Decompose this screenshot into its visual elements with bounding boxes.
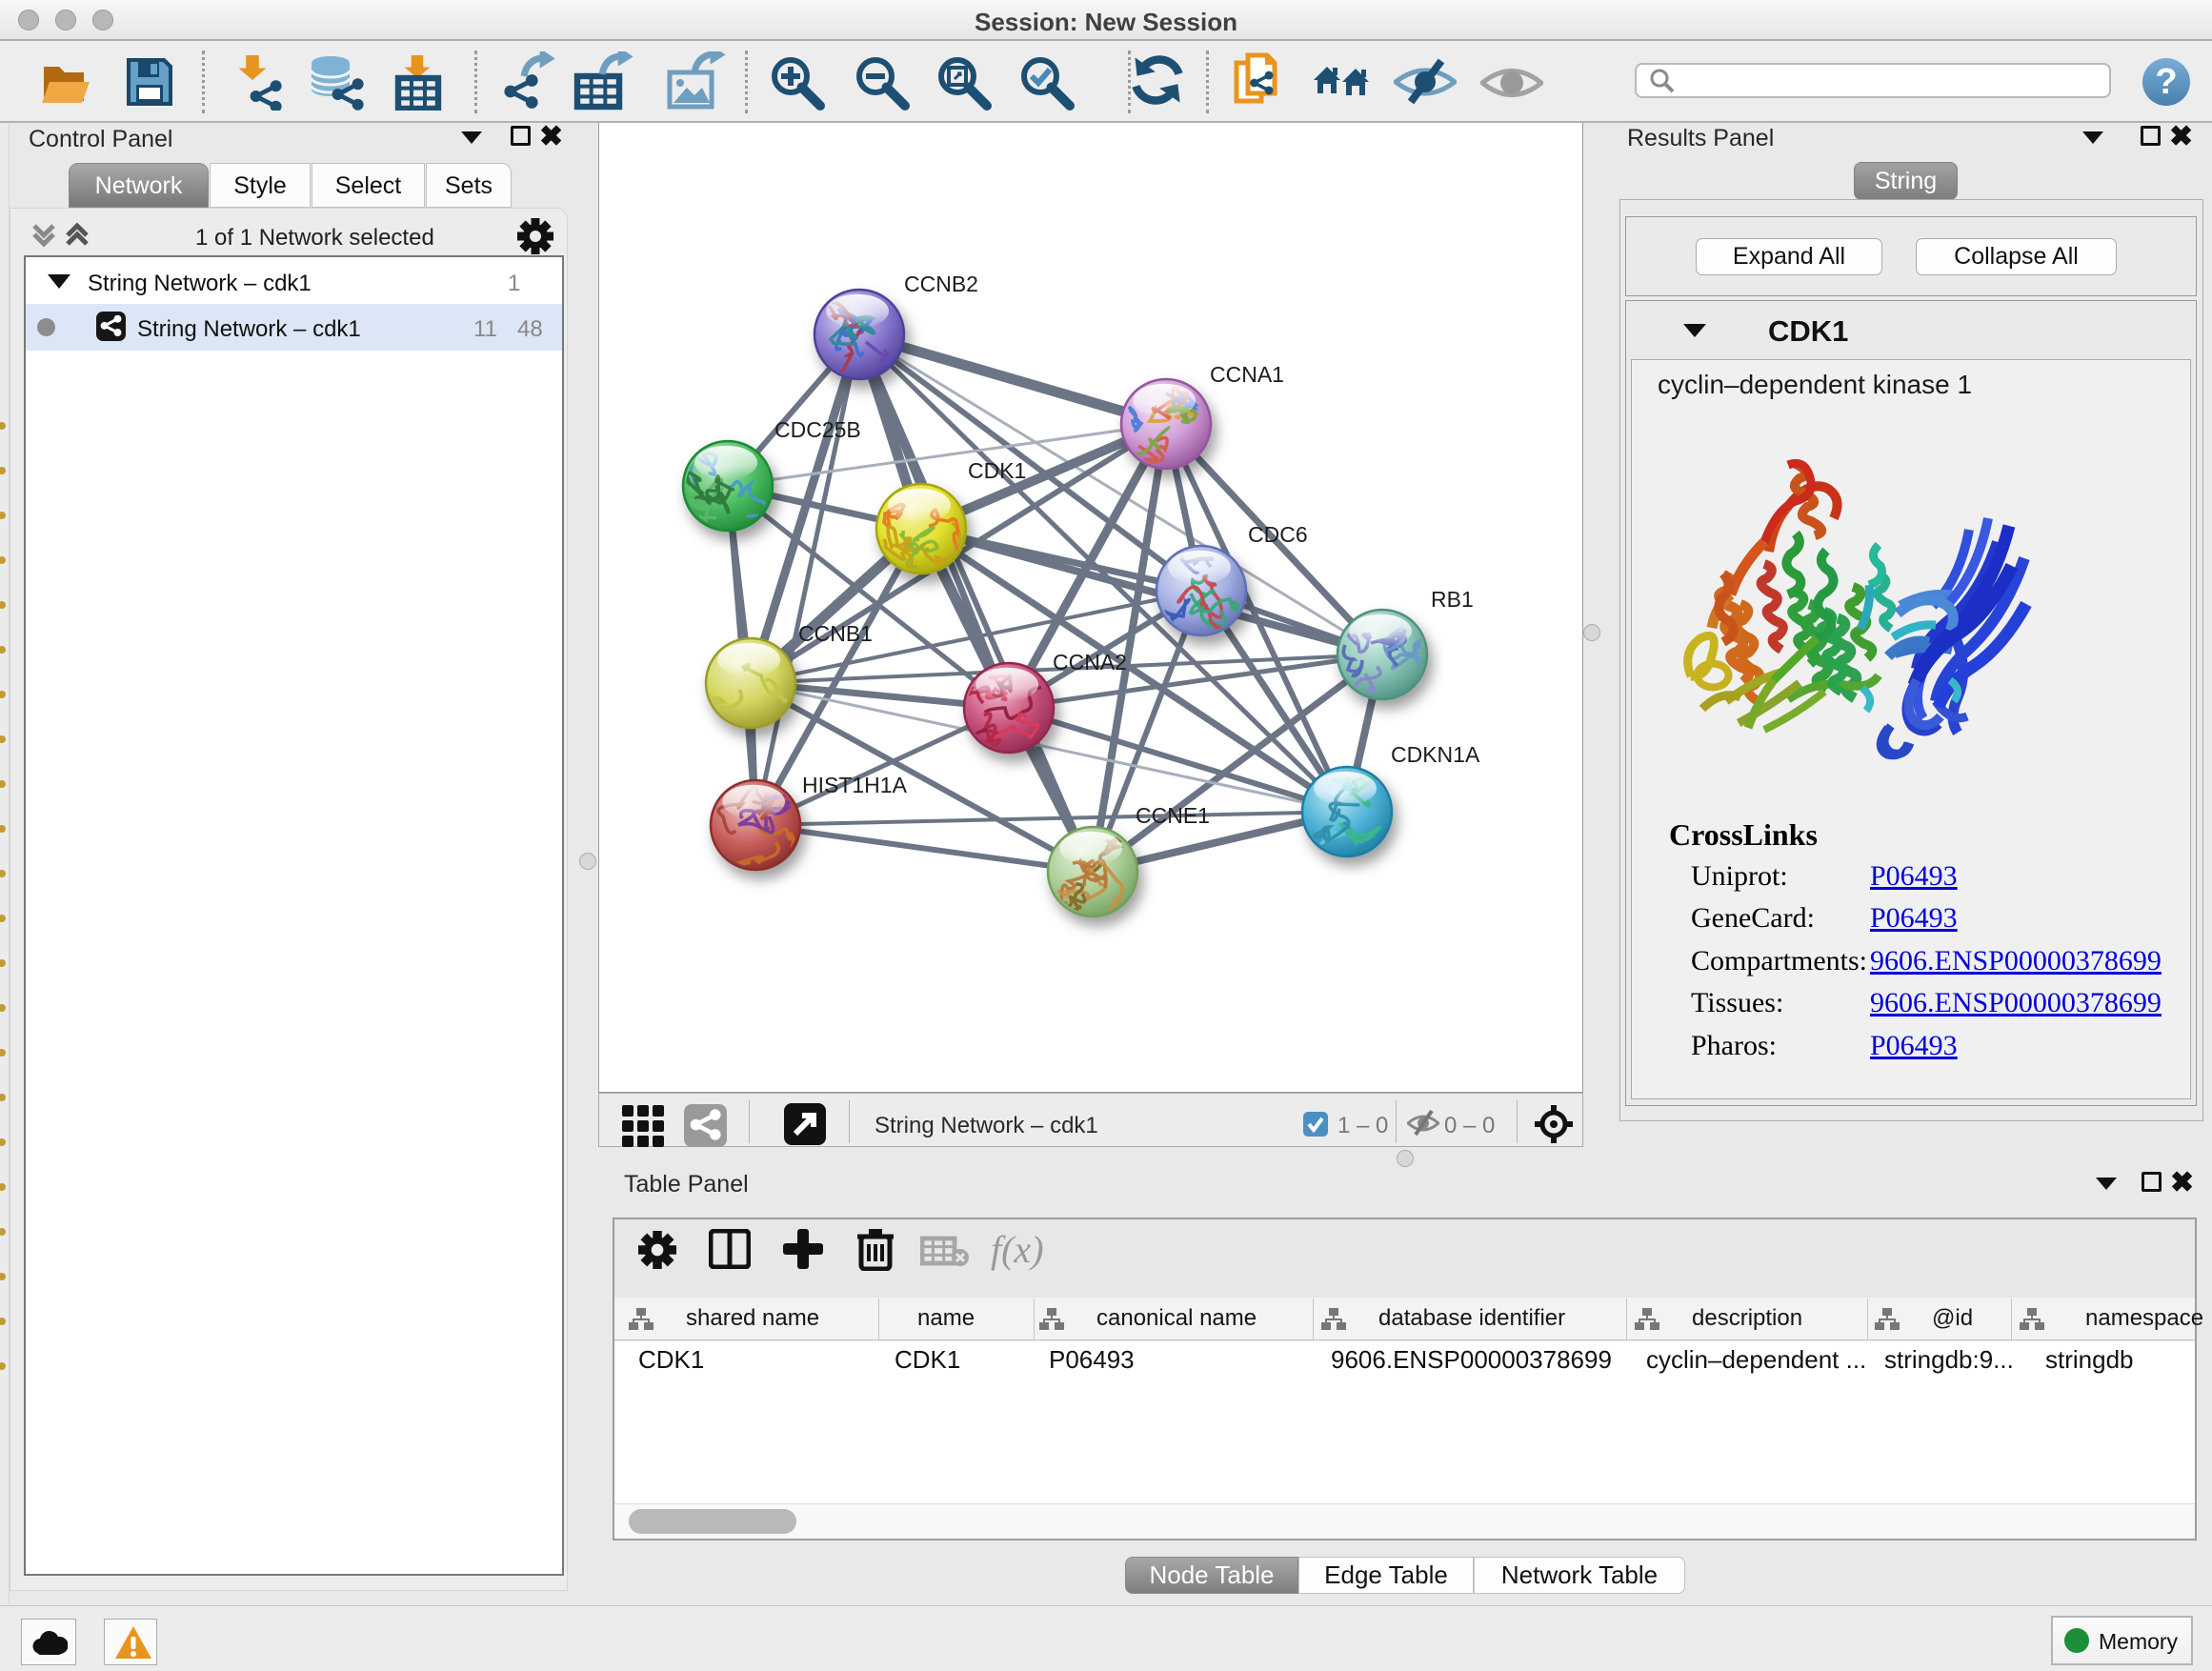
svg-text:CCNE1: CCNE1	[1136, 803, 1210, 828]
svg-text:CDKN1A: CDKN1A	[1391, 742, 1480, 767]
svg-text:CDC25B: CDC25B	[774, 417, 861, 442]
svg-text:CDK1: CDK1	[968, 458, 1026, 483]
svg-text:CCNA2: CCNA2	[1053, 650, 1127, 674]
svg-text:CCNA1: CCNA1	[1210, 362, 1284, 387]
svg-text:CCNB2: CCNB2	[904, 272, 978, 296]
svg-text:HIST1H1A: HIST1H1A	[802, 773, 908, 797]
svg-text:CDC6: CDC6	[1248, 522, 1308, 547]
svg-text:RB1: RB1	[1431, 587, 1474, 612]
svg-text:CCNB1: CCNB1	[798, 621, 873, 646]
